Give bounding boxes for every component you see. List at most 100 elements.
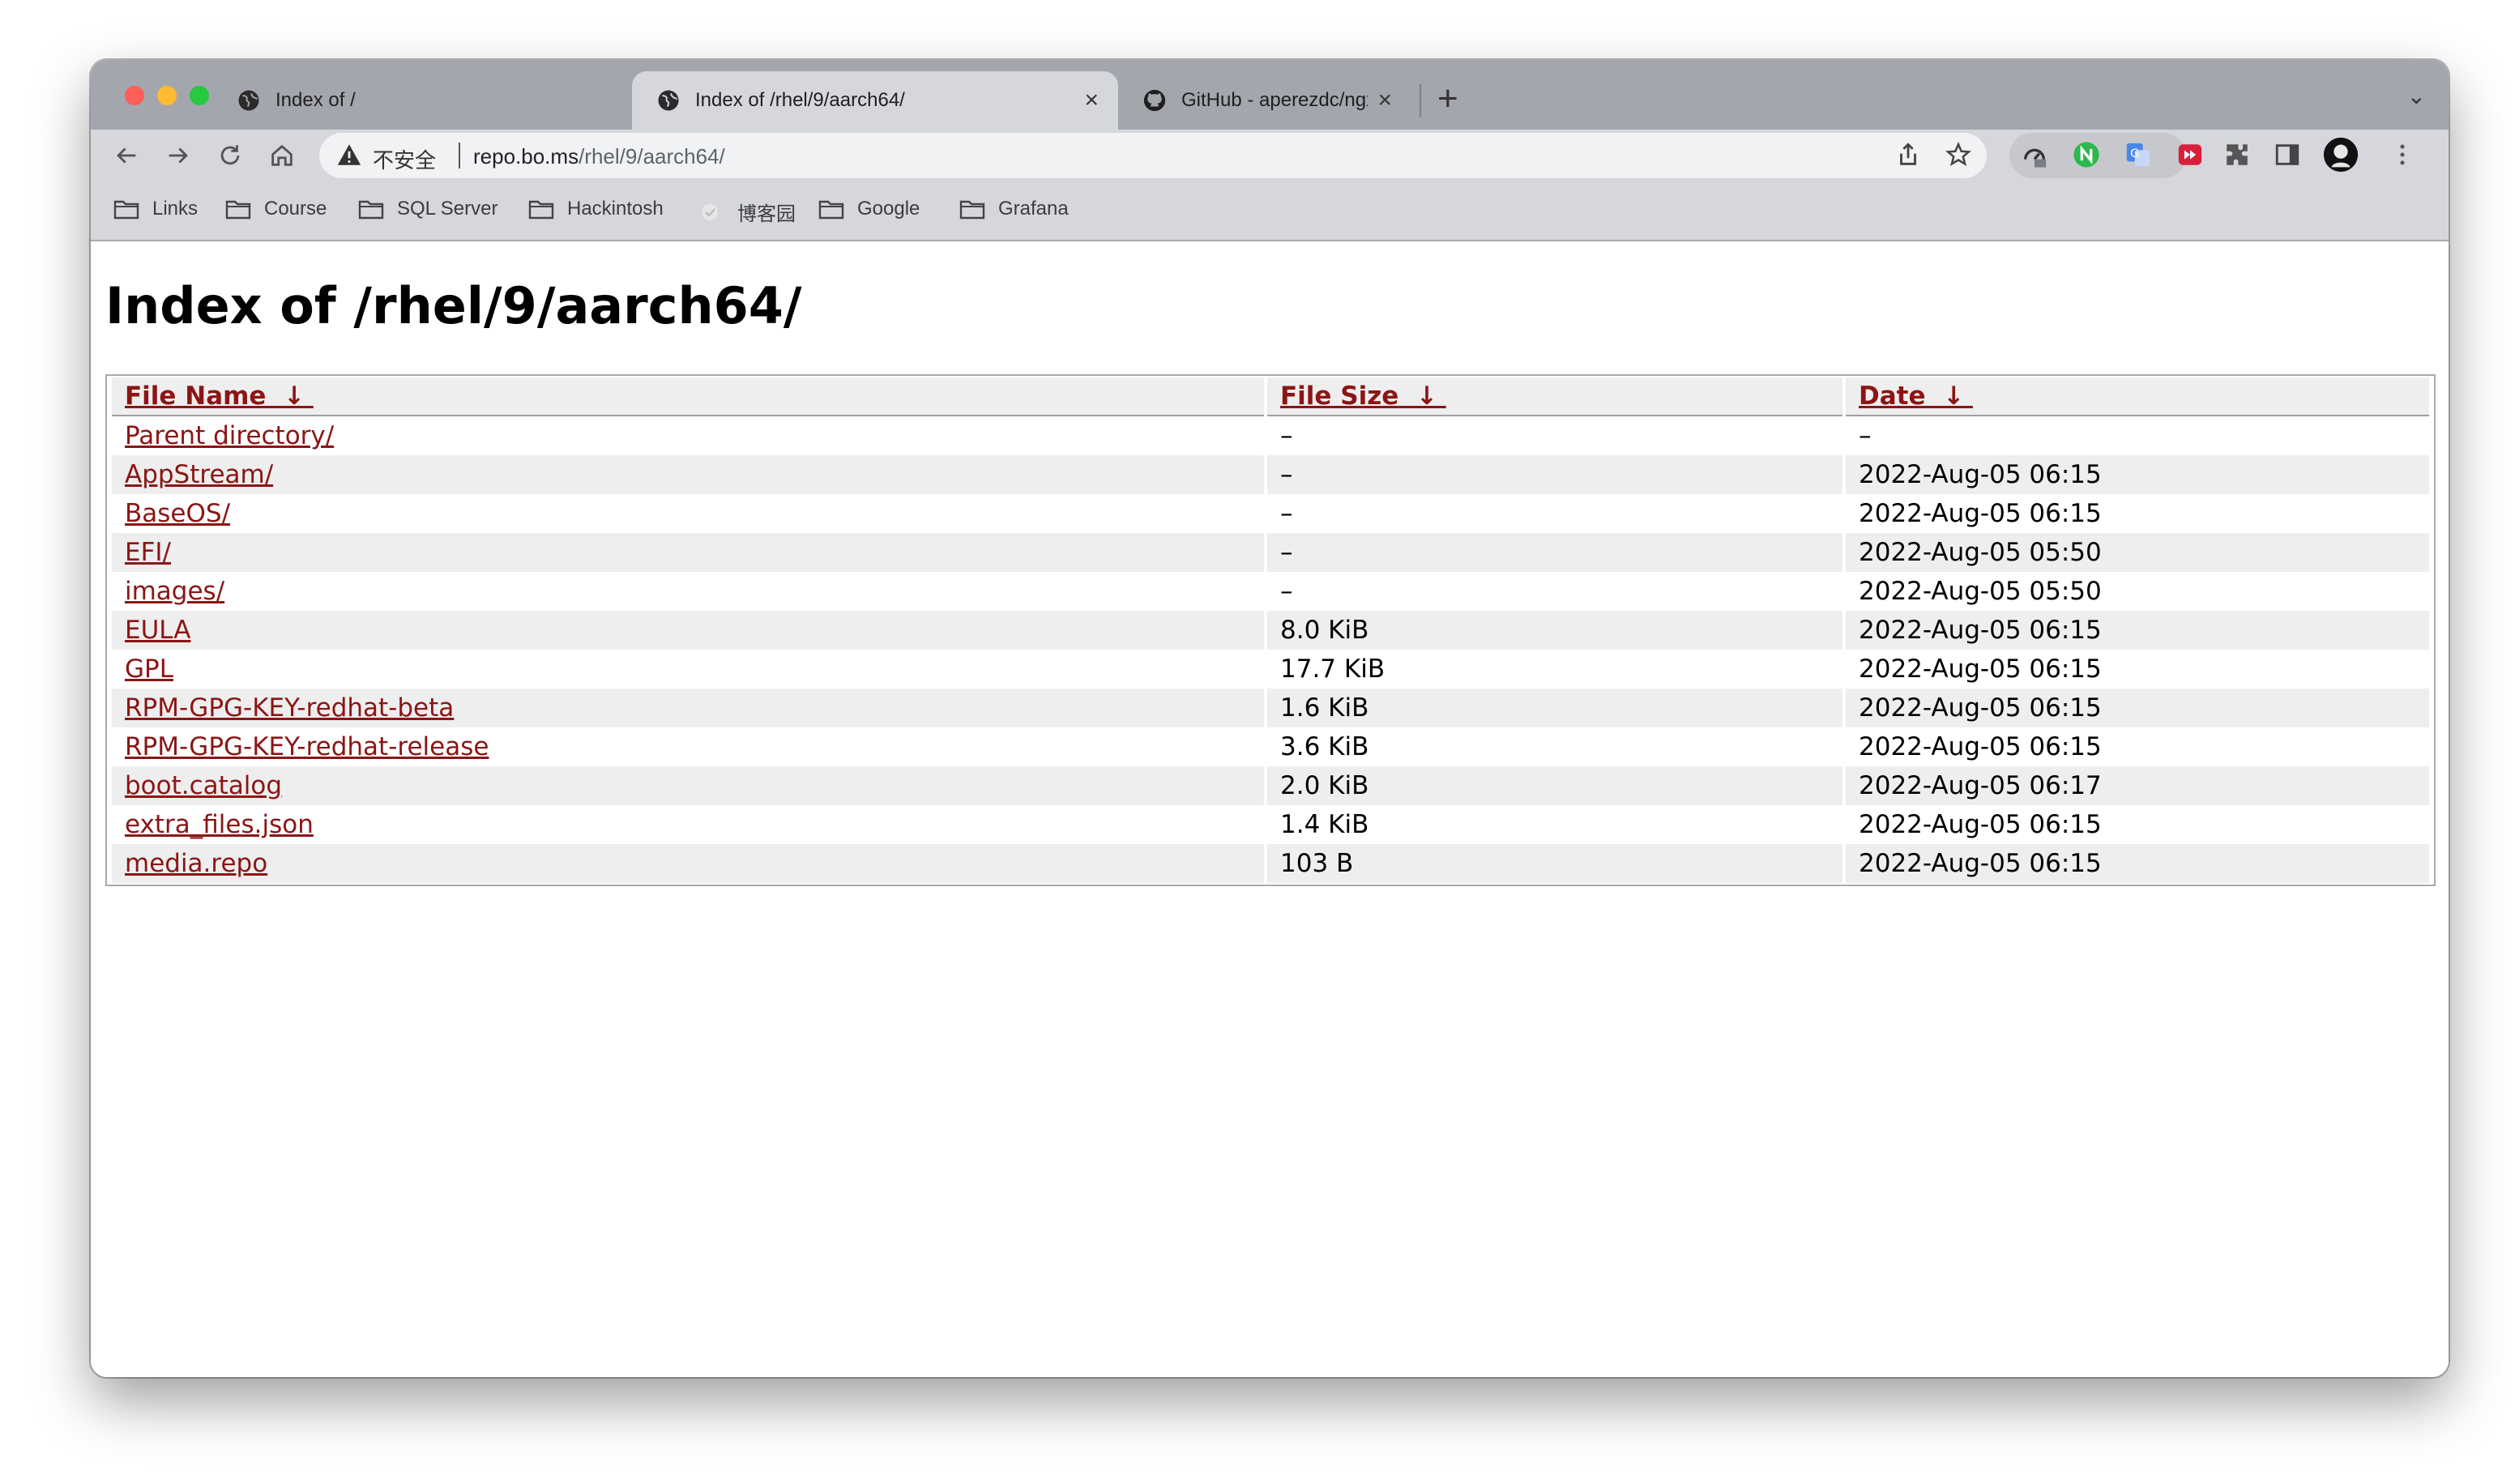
file-link[interactable]: EFI/ bbox=[125, 538, 171, 567]
minimize-window-button[interactable] bbox=[157, 86, 177, 105]
file-size-cell: 1.6 KiB bbox=[1267, 689, 1842, 727]
sort-by-file-name-link[interactable]: File Name ↓ bbox=[125, 382, 314, 411]
tab-title: GitHub - aperezdc/ngx-fancyin bbox=[1181, 89, 1368, 111]
bookmark-label: Course bbox=[264, 198, 327, 220]
not-secure-label[interactable]: 不安全 bbox=[373, 144, 436, 174]
home-icon bbox=[271, 144, 292, 166]
url-host: repo.bo.ms bbox=[473, 144, 579, 168]
video-speed-extension-icon[interactable] bbox=[2176, 141, 2204, 168]
speed-gauge-extension-icon[interactable] bbox=[2021, 141, 2048, 168]
file-link[interactable]: RPM-GPG-KEY-redhat-beta bbox=[125, 693, 454, 723]
zoom-window-button[interactable] bbox=[190, 86, 209, 105]
bookmark-hackintosh[interactable]: Hackintosh bbox=[528, 198, 664, 220]
file-name-cell: GPL bbox=[112, 650, 1264, 689]
reload-button[interactable] bbox=[211, 136, 250, 175]
file-link[interactable]: boot.catalog bbox=[125, 771, 282, 800]
folder-icon bbox=[959, 200, 985, 220]
column-label: Date bbox=[1859, 382, 1926, 411]
tab-search-chevron-icon[interactable]: ⌄ bbox=[2407, 83, 2426, 109]
table-row: EULA 8.0 KiB 2022-Aug-05 06:15 bbox=[112, 611, 2429, 650]
bookmark-label: Hackintosh bbox=[567, 198, 664, 220]
forward-button[interactable] bbox=[159, 136, 198, 175]
n-extension-icon[interactable] bbox=[2073, 141, 2100, 168]
folder-icon bbox=[528, 200, 554, 220]
file-link[interactable]: BaseOS/ bbox=[125, 499, 230, 528]
column-label: File Size bbox=[1280, 382, 1399, 411]
file-name-cell: EFI/ bbox=[112, 533, 1264, 572]
sort-arrow-icon: ↓ bbox=[1943, 382, 1965, 411]
table-row: RPM-GPG-KEY-redhat-beta 1.6 KiB 2022-Aug… bbox=[112, 689, 2429, 727]
table-row: BaseOS/ – 2022-Aug-05 06:15 bbox=[112, 494, 2429, 533]
bookmark-cnblogs[interactable]: 博客园 bbox=[698, 198, 796, 226]
tab-github[interactable]: GitHub - aperezdc/ngx-fancyin × bbox=[1118, 71, 1411, 130]
close-window-button[interactable] bbox=[125, 86, 144, 105]
url-text[interactable]: repo.bo.ms/rhel/9/aarch64/ bbox=[473, 144, 725, 169]
file-name-cell: RPM-GPG-KEY-redhat-release bbox=[112, 727, 1264, 766]
tab-close-icon[interactable]: × bbox=[1377, 87, 1392, 114]
address-bar[interactable]: 不安全 repo.bo.ms/rhel/9/aarch64/ bbox=[319, 133, 1987, 178]
tab-index-aarch64[interactable]: Index of /rhel/9/aarch64/ × bbox=[632, 71, 1118, 130]
file-date-cell: 2022-Aug-05 06:15 bbox=[1846, 494, 2429, 533]
globe-icon bbox=[658, 90, 679, 111]
file-name-cell: boot.catalog bbox=[112, 766, 1264, 805]
file-date-cell: 2022-Aug-05 06:15 bbox=[1846, 650, 2429, 689]
svg-text:G: G bbox=[2130, 147, 2139, 160]
tab-title: Index of / bbox=[275, 89, 356, 111]
file-link[interactable]: media.repo bbox=[125, 849, 267, 878]
extensions-group: G bbox=[2009, 133, 2202, 178]
file-date-cell: 2022-Aug-05 06:17 bbox=[1846, 766, 2429, 805]
file-name-cell: media.repo bbox=[112, 844, 1264, 883]
file-link[interactable]: EULA bbox=[125, 616, 190, 645]
bookmark-label: Google bbox=[857, 198, 920, 220]
bookmark-grafana[interactable]: Grafana bbox=[959, 198, 1069, 220]
cnblogs-site-icon bbox=[702, 203, 718, 220]
puzzle-extensions-icon[interactable] bbox=[2223, 141, 2251, 168]
avatar[interactable] bbox=[2322, 136, 2359, 173]
file-link[interactable]: GPL bbox=[125, 655, 173, 684]
file-size-cell: 2.0 KiB bbox=[1267, 766, 1842, 805]
file-name-cell: RPM-GPG-KEY-redhat-beta bbox=[112, 689, 1264, 727]
table-header-row: File Name ↓ File Size ↓ Date ↓ bbox=[112, 377, 2429, 416]
file-date-cell: 2022-Aug-05 06:15 bbox=[1846, 805, 2429, 844]
file-link[interactable]: AppStream/ bbox=[125, 460, 273, 489]
bookmark-google[interactable]: Google bbox=[818, 198, 920, 220]
bookmark-sql-server[interactable]: SQL Server bbox=[358, 198, 498, 220]
file-name-cell: BaseOS/ bbox=[112, 494, 1264, 533]
folder-icon bbox=[818, 200, 844, 220]
file-name-cell: Parent directory/ bbox=[112, 416, 1264, 455]
file-name-cell: extra_files.json bbox=[112, 805, 1264, 844]
home-button[interactable] bbox=[263, 136, 301, 175]
file-name-cell: AppStream/ bbox=[112, 455, 1264, 494]
file-size-cell: – bbox=[1267, 494, 1842, 533]
more-menu-icon[interactable] bbox=[2389, 141, 2416, 168]
toolbar: 不安全 repo.bo.ms/rhel/9/aarch64/ G bbox=[91, 130, 2449, 181]
file-link[interactable]: extra_files.json bbox=[125, 810, 314, 839]
folder-icon bbox=[225, 200, 251, 220]
sort-by-file-size-link[interactable]: File Size ↓ bbox=[1280, 382, 1446, 411]
bookmark-links[interactable]: Links bbox=[113, 198, 198, 220]
tab-close-icon[interactable]: × bbox=[1084, 87, 1099, 114]
file-size-cell: 103 B bbox=[1267, 844, 1842, 883]
bookmark-course[interactable]: Course bbox=[225, 198, 327, 220]
warning-icon[interactable] bbox=[335, 141, 363, 168]
side-panel-icon[interactable] bbox=[2274, 141, 2301, 168]
share-icon[interactable] bbox=[1894, 141, 1922, 168]
file-name-cell: images/ bbox=[112, 572, 1264, 611]
file-link[interactable]: Parent directory/ bbox=[125, 421, 334, 450]
file-date-cell: 2022-Aug-05 05:50 bbox=[1846, 533, 2429, 572]
bookmark-label: Links bbox=[152, 198, 199, 220]
file-name-cell: EULA bbox=[112, 611, 1264, 650]
translate-extension-icon[interactable]: G bbox=[2124, 141, 2152, 168]
back-button[interactable] bbox=[107, 136, 146, 175]
sort-by-date-link[interactable]: Date ↓ bbox=[1859, 382, 1973, 411]
table-row: extra_files.json 1.4 KiB 2022-Aug-05 06:… bbox=[112, 805, 2429, 844]
new-tab-button[interactable]: + bbox=[1437, 79, 1458, 118]
bookmark-star-icon[interactable] bbox=[1945, 141, 1972, 168]
page-content: Index of /rhel/9/aarch64/ File Name ↓ Fi… bbox=[91, 241, 2449, 1377]
file-size-cell: 8.0 KiB bbox=[1267, 611, 1842, 650]
file-link[interactable]: images/ bbox=[125, 577, 224, 606]
file-link[interactable]: RPM-GPG-KEY-redhat-release bbox=[125, 732, 489, 761]
file-size-cell: – bbox=[1267, 416, 1842, 455]
bookmark-label: SQL Server bbox=[397, 198, 498, 220]
file-size-cell: 3.6 KiB bbox=[1267, 727, 1842, 766]
